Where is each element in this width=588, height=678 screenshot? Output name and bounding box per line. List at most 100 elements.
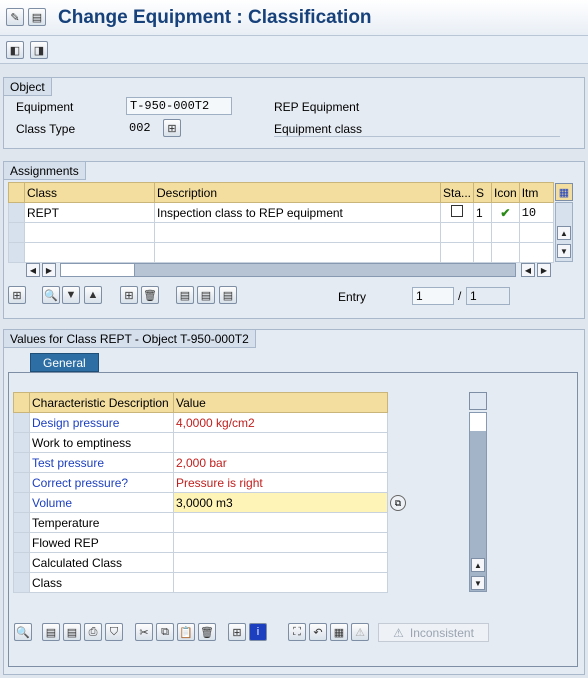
characteristic-description: Flowed REP (29, 532, 174, 553)
table-row[interactable] (8, 222, 554, 243)
table-row[interactable]: Class (13, 572, 388, 593)
col-characteristic[interactable]: Characteristic Description (29, 392, 174, 413)
find-icon[interactable]: 🔍 (42, 286, 60, 304)
select-block-icon[interactable]: ▤ (219, 286, 237, 304)
characteristic-value[interactable] (173, 552, 388, 573)
empty-cell (473, 222, 493, 243)
characteristic-value[interactable]: 4,0000 kg/cm2 (173, 412, 388, 433)
filter-icon[interactable]: ⛉ (105, 623, 123, 641)
copy-icon[interactable]: ⧉ (156, 623, 174, 641)
value-help-icon[interactable]: ⧉ (390, 495, 406, 511)
table-row[interactable]: Correct pressure? Pressure is right (13, 472, 388, 493)
equipment-field[interactable]: T-950-000T2 (126, 97, 232, 115)
table-row[interactable]: REPT Inspection class to REP equipment 1… (8, 202, 554, 223)
status-checkbox[interactable] (451, 205, 463, 217)
tab-general[interactable]: General (30, 353, 99, 372)
scroll-up-icon[interactable]: ▲ (557, 226, 571, 240)
scroll-thumb[interactable] (470, 413, 486, 431)
cell-class[interactable]: REPT (24, 202, 155, 223)
scroll-thumb[interactable] (61, 264, 135, 276)
table-row[interactable]: Test pressure 2,000 bar (13, 452, 388, 473)
scroll-left-end-icon[interactable]: ◀ (521, 263, 535, 277)
col-s[interactable]: S (473, 182, 493, 203)
scroll-right-icon[interactable]: ▶ (42, 263, 56, 277)
row-selector[interactable] (13, 472, 30, 493)
table-row[interactable]: Calculated Class (13, 552, 388, 573)
row-selector[interactable] (8, 222, 25, 243)
forward-icon[interactable]: ◨ (30, 41, 48, 59)
entry-field[interactable]: 1 (412, 287, 454, 305)
characteristic-value[interactable] (173, 572, 388, 593)
row-selector[interactable] (13, 492, 30, 513)
undo-icon[interactable]: ↶ (309, 623, 327, 641)
row-selector[interactable] (13, 412, 30, 433)
print-icon[interactable]: ⎙ (84, 623, 102, 641)
characteristic-value[interactable] (173, 532, 388, 553)
characteristic-value[interactable]: 2,000 bar (173, 452, 388, 473)
table-row[interactable]: Work to emptiness (13, 432, 388, 453)
select-all-cell[interactable] (8, 182, 25, 203)
table-icon[interactable]: ▦ (330, 623, 348, 641)
class-type-help-icon[interactable]: ⊞ (163, 119, 181, 137)
deselect-all-icon[interactable]: ▤ (197, 286, 215, 304)
cell-itm[interactable]: 10 (518, 202, 554, 223)
back-icon[interactable]: ◧ (6, 41, 24, 59)
sort-down-icon[interactable]: ▼ (62, 286, 80, 304)
select-all-icon[interactable]: ▤ (176, 286, 194, 304)
characteristic-value[interactable] (173, 512, 388, 533)
scroll-down-icon[interactable]: ▼ (471, 576, 485, 590)
table-row[interactable]: Design pressure 4,0000 kg/cm2 (13, 412, 388, 433)
table-settings-button[interactable] (469, 392, 487, 410)
horizontal-scrollbar[interactable] (60, 263, 516, 277)
table-row[interactable]: Temperature (13, 512, 388, 533)
row-selector[interactable] (13, 512, 30, 533)
sort-up-icon[interactable]: ▲ (84, 286, 102, 304)
row-selector[interactable] (8, 242, 25, 263)
characteristic-description: Correct pressure? (29, 472, 174, 493)
characteristic-value[interactable] (173, 432, 388, 453)
row-selector[interactable] (13, 432, 30, 453)
scroll-down-icon[interactable]: ▼ (557, 244, 571, 258)
insert-icon[interactable]: ⊞ (228, 623, 246, 641)
empty-cell[interactable] (24, 242, 155, 263)
row-selector[interactable] (13, 572, 30, 593)
scroll-right-end-icon[interactable]: ▶ (537, 263, 551, 277)
col-itm[interactable]: Itm (518, 182, 554, 203)
row-selector[interactable] (13, 452, 30, 473)
col-description[interactable]: Description (154, 182, 441, 203)
deselect-all-icon[interactable]: ▤ (63, 623, 81, 641)
cell-status[interactable] (439, 202, 475, 223)
characteristic-value[interactable]: 3,0000 m3 (173, 492, 388, 513)
scroll-left-icon[interactable]: ◀ (26, 263, 40, 277)
document-icon[interactable]: ▤ (28, 8, 46, 26)
characteristic-description: Class (29, 572, 174, 593)
delete-icon[interactable]: 🗑 (198, 623, 216, 641)
row-selector[interactable] (8, 202, 25, 223)
col-value[interactable]: Value (173, 392, 388, 413)
info-icon[interactable]: i (249, 623, 267, 641)
table-settings-icon[interactable]: ▦ (555, 183, 573, 201)
select-all-icon[interactable]: ▤ (42, 623, 60, 641)
details-icon[interactable]: ⊞ (8, 286, 26, 304)
delete-row-icon[interactable]: 🗑 (141, 286, 159, 304)
application-toolbar: ◧ ◨ (0, 36, 588, 64)
object-group-title: Object (4, 78, 52, 96)
display-change-icon[interactable]: ✎ (6, 8, 24, 26)
col-class[interactable]: Class (24, 182, 155, 203)
binoculars-icon[interactable]: ⛶ (288, 623, 306, 641)
col-status[interactable]: Sta... (439, 182, 475, 203)
row-selector[interactable] (13, 532, 30, 553)
empty-cell[interactable] (24, 222, 155, 243)
col-icon[interactable]: Icon (491, 182, 520, 203)
table-row[interactable] (8, 242, 554, 263)
paste-icon[interactable]: 📋 (177, 623, 195, 641)
scroll-up-icon[interactable]: ▲ (471, 558, 485, 572)
select-all-cell[interactable] (13, 392, 30, 413)
find-icon[interactable]: 🔍 (14, 623, 32, 641)
table-row[interactable]: Volume 3,0000 m3 (13, 492, 388, 513)
insert-row-icon[interactable]: ⊞ (120, 286, 138, 304)
cut-icon[interactable]: ✂ (135, 623, 153, 641)
row-selector[interactable] (13, 552, 30, 573)
characteristic-value[interactable]: Pressure is right (173, 472, 388, 493)
table-row[interactable]: Flowed REP (13, 532, 388, 553)
